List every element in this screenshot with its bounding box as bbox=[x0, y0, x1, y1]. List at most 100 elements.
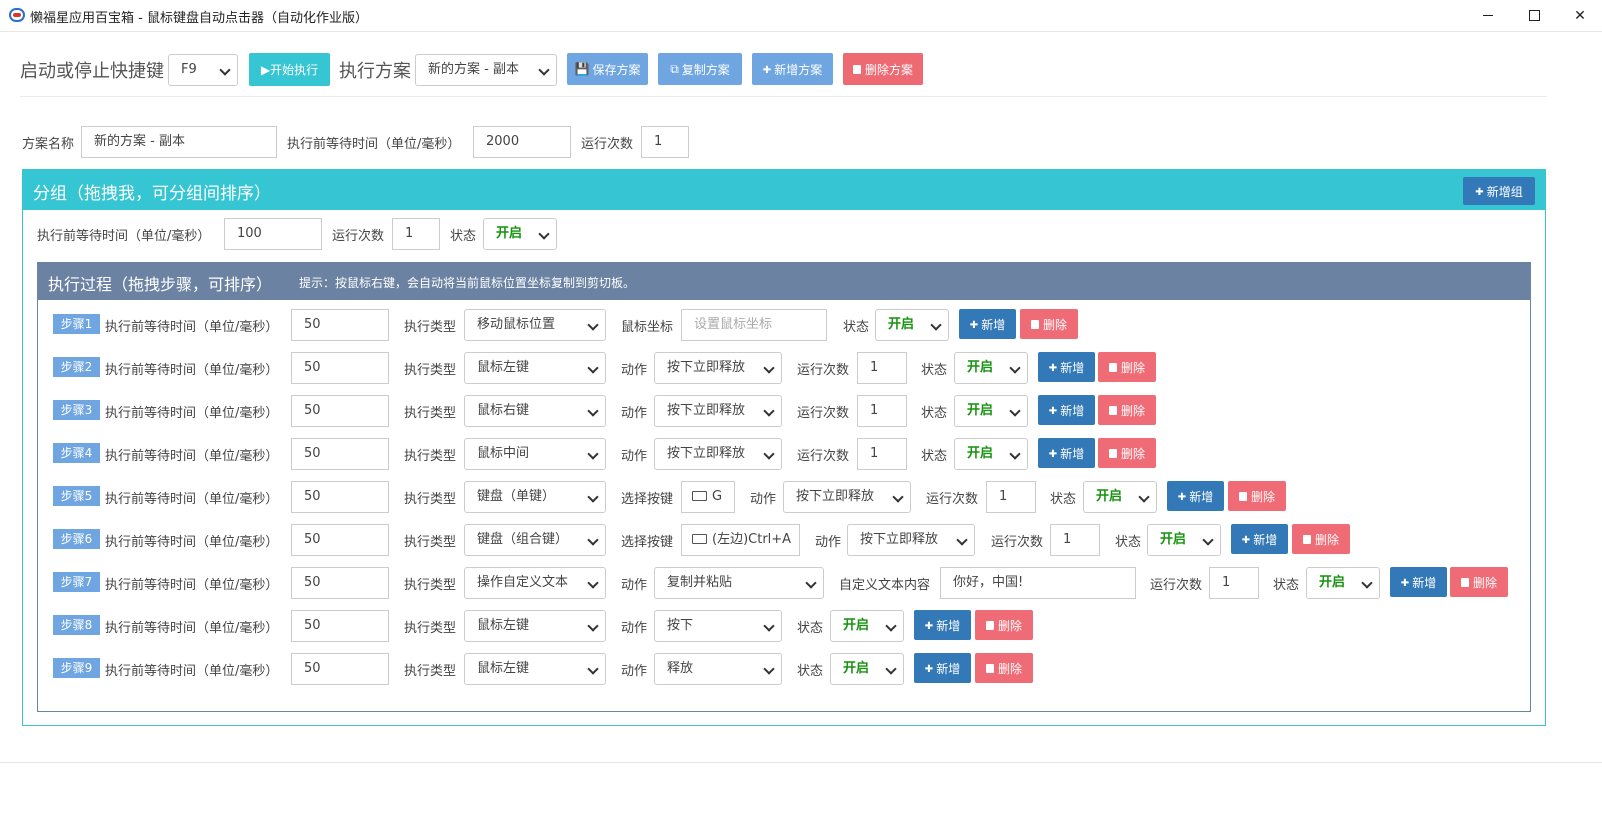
step-wait-input[interactable]: 50 bbox=[291, 438, 389, 470]
step-badge[interactable]: 步骤5 bbox=[53, 486, 100, 506]
start-button[interactable]: ▶开始执行 bbox=[249, 53, 330, 86]
step-type-select[interactable]: 鼠标左键 bbox=[464, 610, 606, 642]
minimize-button[interactable] bbox=[1465, 0, 1511, 31]
plus-icon bbox=[1178, 489, 1186, 503]
step-type-select[interactable]: 键盘（单键） bbox=[464, 481, 606, 513]
window-title: 懒福星应用百宝箱 - 鼠标键盘自动点击器（自动化作业版） bbox=[30, 11, 368, 26]
step-add-button[interactable]: 新增 bbox=[914, 610, 971, 640]
step-runs-input[interactable]: 1 bbox=[1050, 524, 1100, 556]
step-wait-input[interactable]: 50 bbox=[291, 610, 389, 642]
step-action-select[interactable]: 按下立即释放 bbox=[654, 352, 782, 384]
plan-name-input[interactable]: 新的方案 - 副本 bbox=[81, 126, 277, 158]
group-runs-input[interactable]: 1 bbox=[392, 218, 440, 250]
step-status-select[interactable]: 开启 bbox=[1306, 567, 1380, 599]
step-delete-button[interactable]: 删除 bbox=[1450, 567, 1508, 597]
step-type-select[interactable]: 鼠标左键 bbox=[464, 352, 606, 384]
step-badge[interactable]: 步骤1 bbox=[53, 314, 100, 334]
step-action-select[interactable]: 复制并粘贴 bbox=[654, 567, 824, 599]
step-action-select[interactable]: 按下 bbox=[654, 610, 782, 642]
step-type-select[interactable]: 鼠标右键 bbox=[464, 395, 606, 427]
delete-plan-button[interactable]: 删除方案 bbox=[843, 53, 923, 85]
step-add-button[interactable]: 新增 bbox=[959, 309, 1016, 339]
step-badge[interactable]: 步骤6 bbox=[53, 529, 100, 549]
close-button[interactable]: ✕ bbox=[1557, 0, 1602, 31]
step-action-select[interactable]: 按下立即释放 bbox=[783, 481, 911, 513]
plan-runs-input[interactable]: 1 bbox=[641, 126, 689, 158]
step-status-select[interactable]: 开启 bbox=[1147, 524, 1221, 556]
step-delete-button[interactable]: 删除 bbox=[1292, 524, 1350, 554]
step-badge[interactable]: 步骤9 bbox=[53, 658, 100, 678]
step-add-button[interactable]: 新增 bbox=[1390, 567, 1447, 597]
step-runs-input[interactable]: 1 bbox=[986, 481, 1036, 513]
step-badge[interactable]: 步骤4 bbox=[53, 443, 100, 463]
step-wait-input[interactable]: 50 bbox=[291, 524, 389, 556]
step-badge[interactable]: 步骤2 bbox=[53, 357, 100, 377]
step-wait-input[interactable]: 50 bbox=[291, 309, 389, 341]
step-runs-input[interactable]: 1 bbox=[857, 395, 907, 427]
step-custom-text-input[interactable]: 你好，中国! bbox=[940, 567, 1136, 599]
step-action-select[interactable]: 释放 bbox=[654, 653, 782, 685]
step-badge[interactable]: 步骤8 bbox=[53, 615, 100, 635]
group-wait-input[interactable]: 100 bbox=[224, 218, 322, 250]
step-runs-input[interactable]: 1 bbox=[1209, 567, 1259, 599]
step-action-select[interactable]: 按下立即释放 bbox=[654, 438, 782, 470]
step-badge[interactable]: 步骤3 bbox=[53, 400, 100, 420]
trash-icon bbox=[1302, 534, 1311, 544]
save-plan-button[interactable]: 💾 保存方案 bbox=[567, 53, 648, 85]
step-action-select[interactable]: 按下立即释放 bbox=[654, 395, 782, 427]
step-status-select[interactable]: 开启 bbox=[954, 395, 1028, 427]
step-action-value: 按下立即释放 bbox=[667, 446, 746, 461]
step-type-select[interactable]: 移动鼠标位置 bbox=[464, 309, 606, 341]
copy-plan-button[interactable]: ⧉ 复制方案 bbox=[658, 53, 742, 85]
step-type-select[interactable]: 键盘（组合键） bbox=[464, 524, 606, 556]
step-delete-button[interactable]: 删除 bbox=[1228, 481, 1286, 511]
step-wait-input[interactable]: 50 bbox=[291, 352, 389, 384]
step-wait-input[interactable]: 50 bbox=[291, 395, 389, 427]
step-type-select[interactable]: 鼠标中间 bbox=[464, 438, 606, 470]
step-status-select[interactable]: 开启 bbox=[830, 610, 904, 642]
step-action-value: 按下立即释放 bbox=[860, 532, 939, 547]
step-delete-button[interactable]: 删除 bbox=[1098, 395, 1156, 425]
add-plan-button[interactable]: 新增方案 bbox=[752, 53, 833, 85]
step-status-select[interactable]: 开启 bbox=[1083, 481, 1157, 513]
step-wait-label: 执行前等待时间（单位/毫秒） bbox=[105, 535, 279, 550]
step-badge[interactable]: 步骤7 bbox=[53, 572, 100, 592]
step-type-select[interactable]: 操作自定义文本 bbox=[464, 567, 606, 599]
step-wait-input[interactable]: 50 bbox=[291, 567, 389, 599]
step-add-button[interactable]: 新增 bbox=[1231, 524, 1288, 554]
step-status-select[interactable]: 开启 bbox=[954, 438, 1028, 470]
step-add-button[interactable]: 新增 bbox=[1038, 438, 1095, 468]
add-group-label: 新增组 bbox=[1486, 184, 1523, 199]
step-status-select[interactable]: 开启 bbox=[830, 653, 904, 685]
step-coord-input[interactable]: 设置鼠标坐标 bbox=[681, 309, 827, 341]
step-wait-label: 执行前等待时间（单位/毫秒） bbox=[105, 664, 279, 679]
step-key-input[interactable]: (左边)Ctrl+A bbox=[681, 524, 800, 556]
step-runs-input[interactable]: 1 bbox=[857, 352, 907, 384]
group-status-select[interactable]: 开启 bbox=[483, 218, 557, 250]
step-add-button[interactable]: 新增 bbox=[1038, 352, 1095, 382]
step-type-label: 执行类型 bbox=[404, 664, 457, 679]
step-add-button[interactable]: 新增 bbox=[914, 653, 971, 683]
step-key-input[interactable]: G bbox=[681, 481, 735, 513]
step-add-button[interactable]: 新增 bbox=[1167, 481, 1224, 511]
step-wait-input[interactable]: 50 bbox=[291, 481, 389, 513]
hotkey-select[interactable]: F9 bbox=[168, 54, 238, 86]
maximize-button[interactable] bbox=[1511, 0, 1557, 31]
add-group-button[interactable]: 新增组 bbox=[1463, 177, 1535, 205]
step-status-select[interactable]: 开启 bbox=[954, 352, 1028, 384]
plan-wait-input[interactable]: 2000 bbox=[473, 126, 571, 158]
step-delete-button[interactable]: 删除 bbox=[1098, 352, 1156, 382]
step-delete-button[interactable]: 删除 bbox=[1098, 438, 1156, 468]
step-delete-button[interactable]: 删除 bbox=[975, 653, 1033, 683]
step-delete-button[interactable]: 删除 bbox=[1020, 309, 1078, 339]
step-action-select[interactable]: 按下立即释放 bbox=[847, 524, 975, 556]
plan-select[interactable]: 新的方案 - 副本 bbox=[415, 54, 557, 86]
step-wait-input[interactable]: 50 bbox=[291, 653, 389, 685]
step-delete-button[interactable]: 删除 bbox=[975, 610, 1033, 640]
step-status-select[interactable]: 开启 bbox=[875, 309, 949, 341]
step-add-button[interactable]: 新增 bbox=[1038, 395, 1095, 425]
step-delete-label: 删除 bbox=[1042, 317, 1067, 332]
step-runs-input[interactable]: 1 bbox=[857, 438, 907, 470]
group-header[interactable]: 分组（拖拽我，可分组间排序） 新增组 bbox=[23, 170, 1545, 210]
step-type-select[interactable]: 鼠标左键 bbox=[464, 653, 606, 685]
